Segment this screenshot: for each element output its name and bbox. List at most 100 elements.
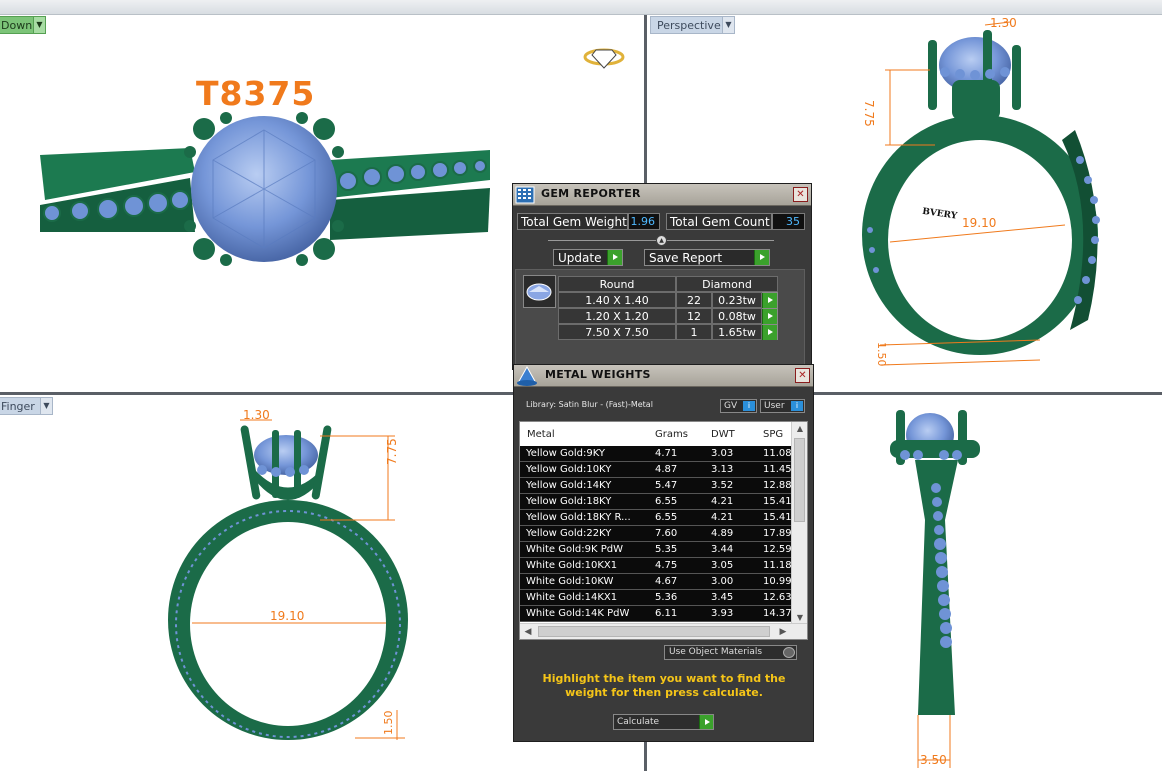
user-toggle[interactable]: User i: [760, 399, 805, 413]
metal-cell-grams: 4.87: [655, 464, 678, 475]
chevron-down-icon[interactable]: ▼: [722, 17, 734, 33]
dim-diameter-perspective: 19.10: [962, 216, 997, 230]
gem-row-select-button[interactable]: [762, 324, 778, 340]
dim-prong-perspective: 1.30: [990, 16, 1017, 30]
ring-side-view: [890, 410, 980, 715]
save-report-button[interactable]: Save Report: [644, 249, 770, 266]
metal-cell-grams: 6.55: [655, 496, 678, 507]
metal-cell-metal: Yellow Gold:14KY: [526, 480, 612, 491]
calculate-button[interactable]: Calculate: [613, 714, 714, 730]
metal-cell-grams: 4.71: [655, 448, 678, 459]
gv-toggle[interactable]: GV i: [720, 399, 757, 413]
metal-weights-list[interactable]: Metal Grams DWT SPG Yellow Gold:9KY 4.71 3…: [519, 421, 808, 640]
column-header-spg[interactable]: SPG: [763, 429, 783, 440]
metal-cell-metal: Yellow Gold:18KY: [526, 496, 612, 507]
scroll-right-icon[interactable]: ▶: [775, 624, 791, 639]
metal-cell-dwt: 4.89: [711, 528, 734, 539]
scroll-up-icon[interactable]: ▲: [792, 422, 807, 436]
info-icon: i: [743, 401, 755, 411]
metal-cell-grams: 6.11: [655, 608, 678, 619]
scrollbar-thumb[interactable]: [538, 626, 770, 637]
ring-finger-view: [168, 425, 408, 740]
viewport-tab-down[interactable]: Down ▼: [0, 16, 46, 34]
metal-cell-grams: 4.75: [655, 560, 678, 571]
use-object-materials-label: Use Object Materials: [669, 647, 763, 657]
viewport-tab-perspective[interactable]: Perspective ▼: [650, 16, 735, 34]
column-header-dwt[interactable]: DWT: [711, 429, 735, 440]
metal-cell-metal: Yellow Gold:22KY: [526, 528, 612, 539]
total-gem-weight-label: Total Gem Weight: [517, 213, 628, 230]
metal-cell-grams: 7.60: [655, 528, 678, 539]
close-icon[interactable]: ✕: [793, 187, 808, 202]
gem-row-select-button[interactable]: [762, 308, 778, 324]
use-object-materials-toggle[interactable]: Use Object Materials: [664, 645, 797, 660]
play-icon: [762, 309, 777, 324]
dim-height-finger: 7.75: [385, 438, 399, 465]
total-gem-count-value: 35: [772, 213, 805, 230]
metal-row[interactable]: Yellow Gold:22KY 7.60 4.89 17.89: [520, 526, 792, 542]
horizontal-scrollbar[interactable]: ◀ ▶: [520, 623, 807, 639]
metal-cell-dwt: 3.44: [711, 544, 734, 555]
metal-cell-spg: 17.89: [763, 528, 792, 539]
gem-row-count: 22: [676, 292, 712, 308]
gem-reporter-titlebar[interactable]: GEM REPORTER ✕: [513, 184, 811, 206]
metal-weights-titlebar[interactable]: METAL WEIGHTS ✕: [514, 365, 813, 387]
metal-list-header: Metal Grams DWT SPG: [520, 422, 792, 446]
column-header-grams[interactable]: Grams: [655, 429, 688, 440]
metal-row[interactable]: Yellow Gold:9KY 4.71 3.03 11.08: [520, 446, 792, 462]
metal-cell-spg: 15.41: [763, 496, 792, 507]
gem-row-weight: 0.23tw: [712, 292, 762, 308]
metal-row[interactable]: Yellow Gold:18KY R... 6.55 4.21 15.41: [520, 510, 792, 526]
gem-row-size: 1.40 X 1.40: [558, 292, 676, 308]
scrollbar-thumb[interactable]: [794, 438, 805, 522]
ring-perspective-view: BVERY: [862, 30, 1100, 355]
metal-cell-dwt: 4.21: [711, 496, 734, 507]
metal-row[interactable]: White Gold:14KX1 5.36 3.45 12.63: [520, 590, 792, 606]
panel-title: GEM REPORTER: [541, 187, 641, 200]
play-icon: [754, 250, 769, 265]
metal-cell-metal: Yellow Gold:18KY R...: [526, 512, 631, 523]
metal-row[interactable]: White Gold:14K PdW 6.11 3.93 14.37: [520, 606, 792, 622]
metal-cell-dwt: 3.03: [711, 448, 734, 459]
scroll-left-icon[interactable]: ◀: [520, 624, 536, 639]
update-button[interactable]: Update: [553, 249, 623, 266]
metal-cell-spg: 15.41: [763, 512, 792, 523]
vertical-scrollbar[interactable]: ▲ ▼: [791, 422, 807, 625]
metal-row[interactable]: White Gold:10KX1 4.75 3.05 11.18: [520, 558, 792, 574]
metal-cell-metal: White Gold:14K PdW: [526, 608, 630, 619]
calculate-button-label: Calculate: [617, 717, 660, 727]
metal-cell-spg: 11.18: [763, 560, 792, 571]
cad-workspace: BVERY T8375 1.30 7.75 19.10 1.50 1.30 7.…: [0, 0, 1162, 771]
hint-text: Highlight the item you want to find the …: [542, 672, 786, 699]
close-icon[interactable]: ✕: [795, 368, 810, 383]
user-toggle-label: User: [764, 401, 785, 411]
gem-table-header-type: Diamond: [676, 276, 778, 292]
metal-cell-spg: 11.08: [763, 448, 792, 459]
gem-row-select-button[interactable]: [762, 292, 778, 308]
metal-cell-spg: 12.59: [763, 544, 792, 555]
slider-handle[interactable]: ▲: [656, 235, 667, 246]
metal-cell-spg: 10.99: [763, 576, 792, 587]
column-header-metal[interactable]: Metal: [527, 429, 555, 440]
metal-row[interactable]: Yellow Gold:10KY 4.87 3.13 11.45: [520, 462, 792, 478]
chevron-down-icon[interactable]: ▼: [33, 17, 45, 33]
metal-cell-grams: 5.47: [655, 480, 678, 491]
metal-cell-dwt: 3.05: [711, 560, 734, 571]
play-icon: [762, 293, 777, 308]
metal-row[interactable]: Yellow Gold:18KY 6.55 4.21 15.41: [520, 494, 792, 510]
gem-row-count: 1: [676, 324, 712, 340]
metal-cell-spg: 11.45: [763, 464, 792, 475]
metal-cell-grams: 6.55: [655, 512, 678, 523]
metal-weights-icon: [517, 366, 537, 386]
play-icon: [762, 325, 777, 340]
metal-row[interactable]: Yellow Gold:14KY 5.47 3.52 12.88: [520, 478, 792, 494]
panel-title: METAL WEIGHTS: [545, 368, 651, 381]
chevron-down-icon[interactable]: ▼: [40, 398, 52, 414]
metal-row[interactable]: White Gold:9K PdW 5.35 3.44 12.59: [520, 542, 792, 558]
update-button-label: Update: [558, 251, 602, 265]
total-gem-count-label: Total Gem Count: [666, 213, 772, 230]
viewport-tab-finger[interactable]: Finger ▼: [0, 397, 53, 415]
metal-row[interactable]: White Gold:10KW 4.67 3.00 10.99: [520, 574, 792, 590]
model-label: T8375: [196, 74, 316, 113]
gem-row-size: 1.20 X 1.20: [558, 308, 676, 324]
